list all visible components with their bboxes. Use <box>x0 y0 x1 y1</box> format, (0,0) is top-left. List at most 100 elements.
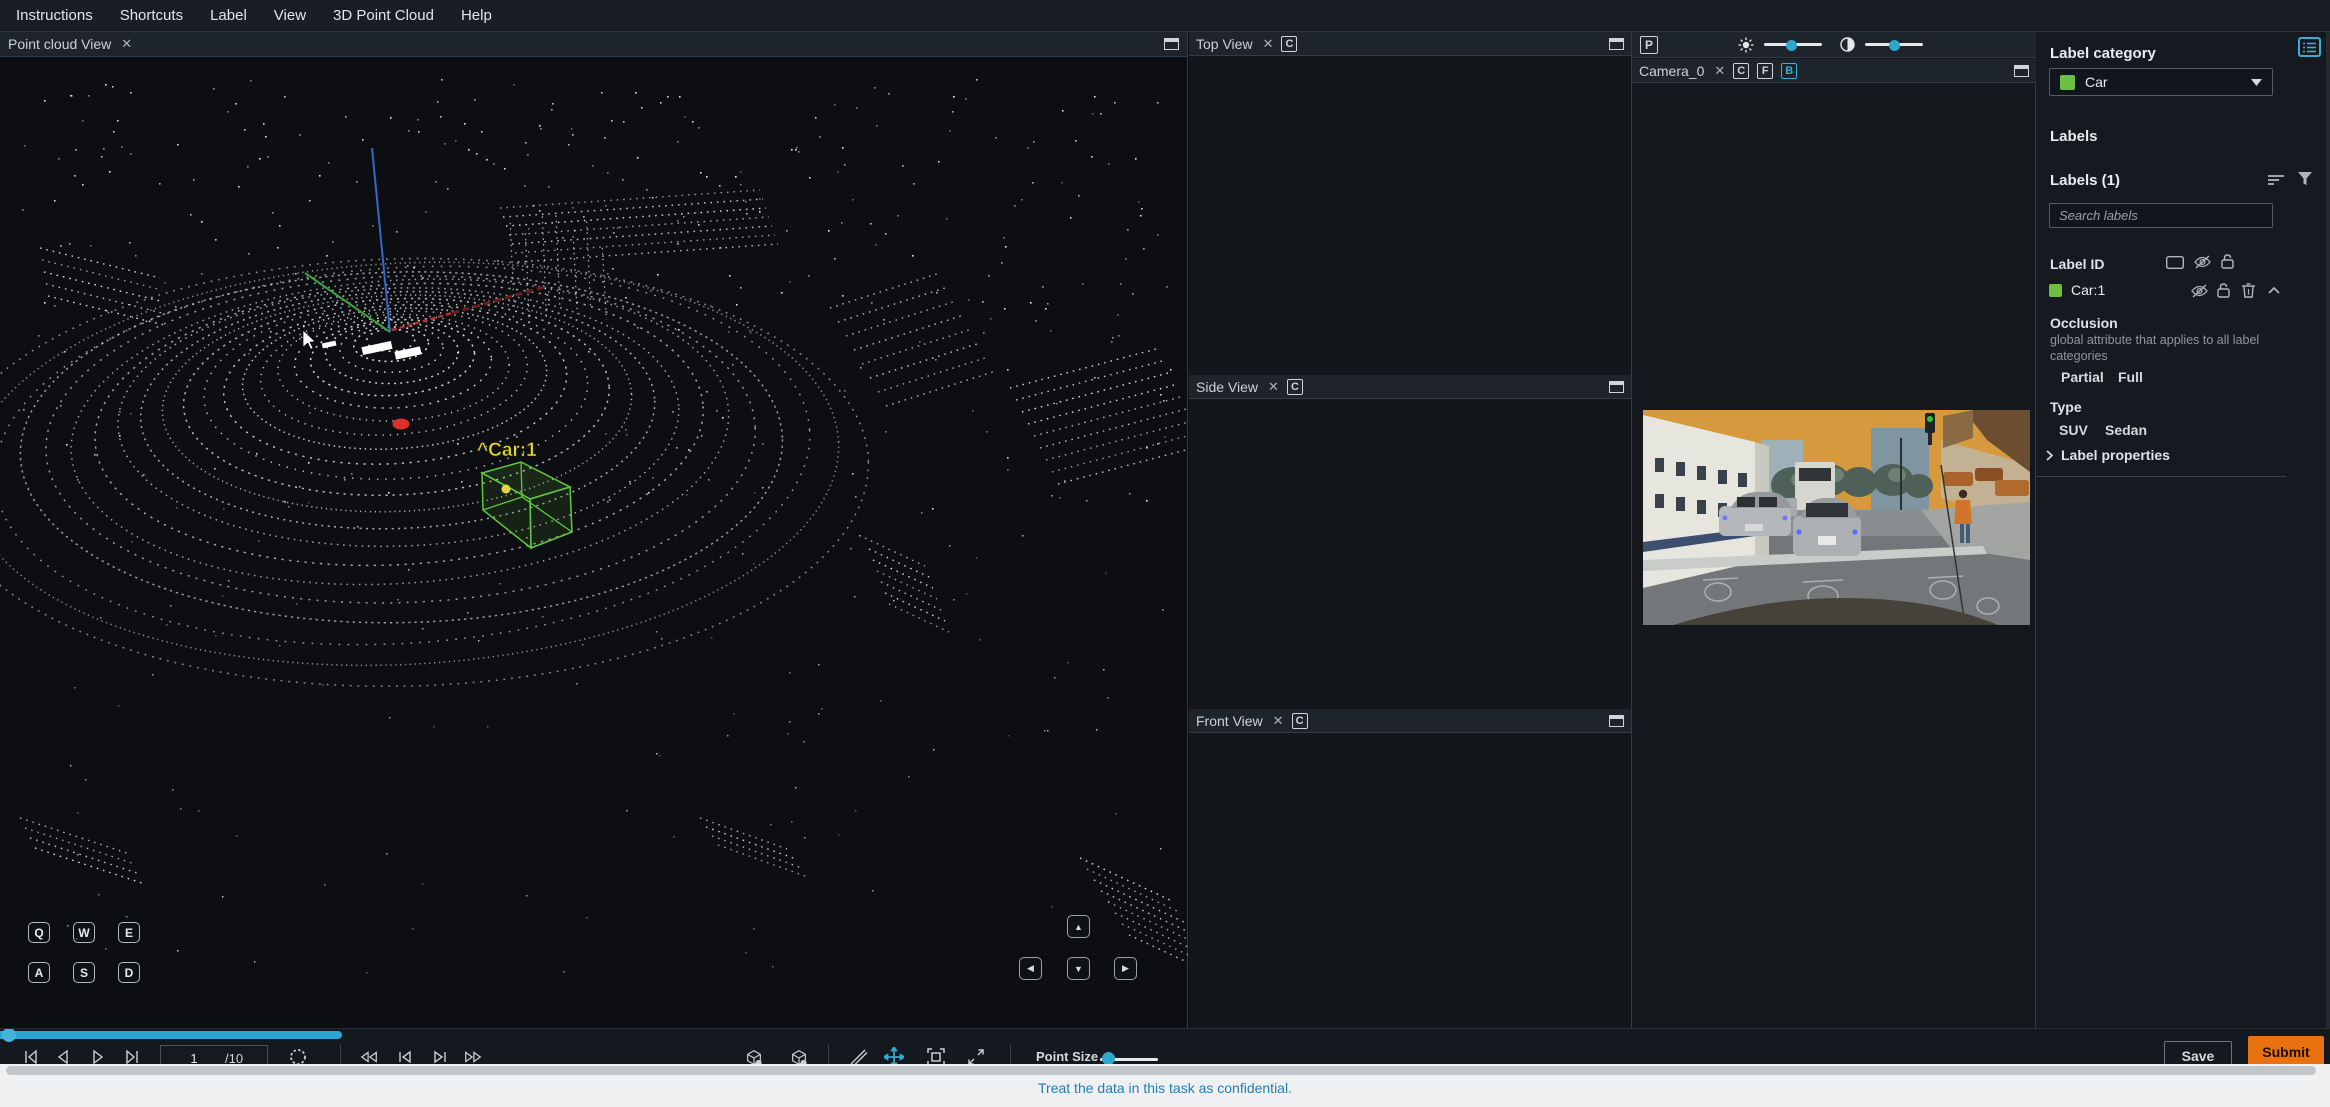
frame-fit-icon[interactable] <box>926 1047 946 1064</box>
key-e[interactable]: E <box>118 922 140 943</box>
close-icon[interactable]: ✕ <box>121 36 132 52</box>
horizontal-scrollbar[interactable] <box>6 1066 2316 1075</box>
side-view-panel[interactable]: Side View ✕ C <box>1189 375 1632 709</box>
projection-button[interactable]: P <box>1640 35 1658 54</box>
camera-toggle-button[interactable]: C <box>1291 712 1308 729</box>
camera-toggle-button[interactable]: C <box>1281 35 1298 52</box>
point-cloud-title: Point cloud View <box>8 36 112 52</box>
label-properties-heading: Label properties <box>2061 447 2170 463</box>
contrast-icon <box>1840 37 1855 52</box>
sort-icon[interactable] <box>2268 174 2284 186</box>
camera-b-button[interactable]: B <box>1781 62 1798 79</box>
lock-icon[interactable] <box>2217 283 2230 298</box>
menu-view[interactable]: View <box>274 7 306 24</box>
first-frame-icon[interactable] <box>21 1047 41 1064</box>
brightness-slider[interactable] <box>1764 38 1822 52</box>
window-icon[interactable] <box>1609 37 1624 50</box>
fast-forward-icon[interactable] <box>463 1047 483 1064</box>
window-icon[interactable] <box>1609 714 1624 727</box>
menu-label[interactable]: Label <box>210 7 247 24</box>
frame-timeline[interactable] <box>0 1029 1188 1042</box>
point-size-handle[interactable] <box>1102 1052 1115 1064</box>
camera-f-button[interactable]: F <box>1757 62 1774 79</box>
camera-c-button[interactable]: C <box>1733 62 1750 79</box>
labels-heading: Labels <box>2050 128 2098 145</box>
add-fitted-cuboid-icon[interactable] <box>789 1047 809 1064</box>
top-view-panel[interactable]: Top View ✕ C <box>1189 32 1632 375</box>
close-icon[interactable]: ✕ <box>1263 36 1274 52</box>
move-tool-icon[interactable] <box>884 1047 904 1064</box>
type-option-suv[interactable]: SUV <box>2059 422 2088 438</box>
menu-instructions[interactable]: Instructions <box>16 7 93 24</box>
key-w[interactable]: W <box>73 922 95 943</box>
close-icon[interactable]: ✕ <box>1273 713 1284 729</box>
front-view-panel[interactable]: Front View ✕ C <box>1189 709 1632 1028</box>
bottom-toolbar: /10 <box>0 1028 2330 1064</box>
key-q[interactable]: Q <box>28 922 50 943</box>
label-properties-expander[interactable]: Label properties <box>2046 447 2170 463</box>
label-category-heading: Label category <box>2050 45 2156 62</box>
timeline-fill <box>0 1031 342 1039</box>
rewind-icon[interactable] <box>359 1047 379 1064</box>
loop-icon[interactable] <box>288 1047 308 1064</box>
chevron-down-icon <box>2251 78 2262 86</box>
menu-3d-point-cloud[interactable]: 3D Point Cloud <box>333 7 434 24</box>
page-footer: Treat the data in this task as confident… <box>0 1064 2330 1107</box>
camera-toolbar: P <box>1632 32 2036 58</box>
contrast-slider[interactable] <box>1865 38 1923 52</box>
top-view-title: Top View <box>1196 35 1253 52</box>
timeline-scrubber[interactable] <box>2 1029 16 1042</box>
frame-number-input[interactable] <box>171 1050 217 1064</box>
label-list-toggle-icon[interactable] <box>2298 37 2321 57</box>
step-forward-icon[interactable] <box>430 1047 450 1064</box>
expand-icon[interactable] <box>966 1047 986 1064</box>
point-cloud-viewport[interactable]: ^Car:1 <box>0 58 1188 1028</box>
eye-off-icon[interactable] <box>2194 255 2211 269</box>
point-cloud-header: Point cloud View ✕ <box>0 32 1187 57</box>
play-icon[interactable] <box>88 1047 108 1064</box>
close-icon[interactable]: ✕ <box>1268 379 1279 395</box>
filter-icon[interactable] <box>2298 172 2312 186</box>
camera-image[interactable] <box>1643 410 2030 625</box>
submit-button[interactable]: Submit <box>2248 1036 2324 1064</box>
window-icon[interactable] <box>1164 38 1179 50</box>
menu-shortcuts[interactable]: Shortcuts <box>120 7 183 24</box>
eye-off-icon[interactable] <box>2191 284 2208 298</box>
pan-down-button[interactable]: ▼ <box>1067 957 1090 980</box>
window-icon[interactable] <box>1609 380 1624 393</box>
type-option-sedan[interactable]: Sedan <box>2105 422 2147 438</box>
save-button[interactable]: Save <box>2164 1041 2232 1064</box>
brightness-icon <box>1738 37 1754 53</box>
front-view-header: Front View ✕ C <box>1189 709 1631 733</box>
car-cuboid[interactable] <box>480 461 573 550</box>
sidebar-scrollbar[interactable] <box>2326 32 2330 1028</box>
trash-icon[interactable] <box>2242 283 2255 298</box>
label-row-car-1[interactable]: Car:1 <box>2049 282 2105 298</box>
ruler-icon[interactable] <box>848 1047 868 1064</box>
next-frame-icon[interactable] <box>122 1047 142 1064</box>
cuboid-anchor <box>501 484 511 494</box>
key-d[interactable]: D <box>118 962 140 983</box>
window-icon[interactable] <box>2014 64 2029 77</box>
key-s[interactable]: S <box>73 962 95 983</box>
menu-help[interactable]: Help <box>461 7 492 24</box>
prev-frame-icon[interactable] <box>53 1047 73 1064</box>
divider <box>2036 476 2286 477</box>
side-view-header: Side View ✕ C <box>1189 375 1631 399</box>
step-back-icon[interactable] <box>395 1047 415 1064</box>
pan-right-button[interactable]: ▶ <box>1114 957 1137 980</box>
search-labels-input[interactable] <box>2049 203 2273 228</box>
label-category-select[interactable]: Car <box>2049 68 2273 96</box>
tag-icon[interactable] <box>2166 256 2184 269</box>
occlusion-option-partial[interactable]: Partial <box>2061 369 2104 385</box>
chevron-up-icon[interactable] <box>2268 287 2280 294</box>
add-cuboid-icon[interactable] <box>744 1047 764 1064</box>
camera-toggle-button[interactable]: C <box>1286 378 1303 395</box>
pan-up-button[interactable]: ▲ <box>1067 915 1090 938</box>
close-icon[interactable]: ✕ <box>1714 63 1725 79</box>
lock-icon[interactable] <box>2221 254 2234 269</box>
key-a[interactable]: A <box>28 962 50 983</box>
labels-count-heading: Labels (1) <box>2050 172 2121 189</box>
occlusion-option-full[interactable]: Full <box>2118 369 2143 385</box>
pan-left-button[interactable]: ◀ <box>1019 957 1042 980</box>
